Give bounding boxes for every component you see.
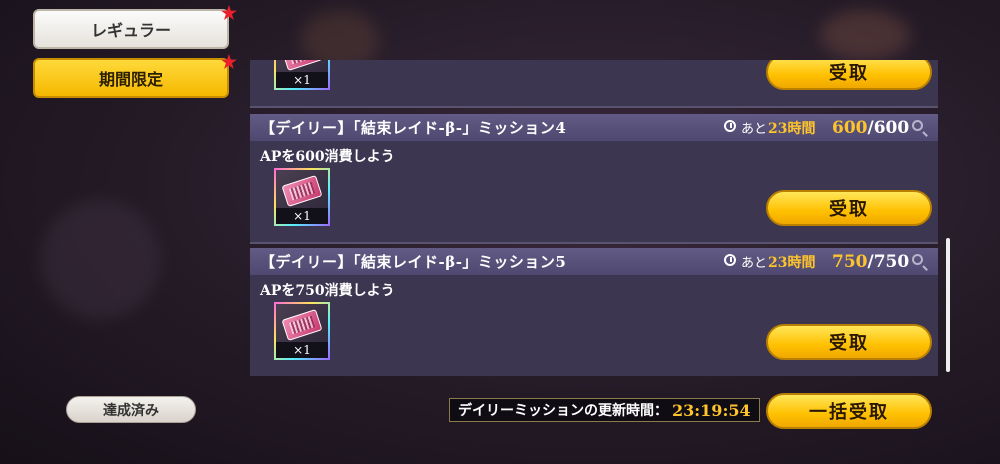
progress-current: 750 xyxy=(832,251,868,272)
refresh-timer: デイリーミッションの更新時間： 23:19:54 xyxy=(449,398,760,422)
timer-icon xyxy=(724,120,736,132)
completed-button[interactable]: 達成済み xyxy=(66,396,196,423)
progress-max: 600 xyxy=(873,117,910,138)
timer-prefix: あと xyxy=(741,256,768,271)
tab-limited[interactable]: 期間限定 ★ xyxy=(33,54,237,98)
ticket-icon xyxy=(281,308,323,342)
mission-card: 【デイリー】「結束レイド-β-」ミッション4 あと 23時間 600/600 A… xyxy=(250,114,938,244)
search-icon[interactable] xyxy=(912,120,923,131)
refresh-label: デイリーミッションの更新時間： xyxy=(458,403,668,419)
reward-quantity: ×1 xyxy=(276,208,328,224)
tab-limited-label: 期間限定 xyxy=(98,70,163,89)
progress-max: 750 xyxy=(873,251,910,272)
claim-all-button[interactable]: 一括受取 xyxy=(766,393,932,429)
claim-button[interactable]: 受取 xyxy=(766,324,932,360)
mission-header: 【デイリー】「結束レイド-β-」ミッション5 あと 23時間 750/750 xyxy=(250,248,938,275)
timer-value: 23時間 xyxy=(768,254,816,271)
ticket-icon xyxy=(281,60,323,72)
background-light xyxy=(40,200,160,320)
reward-quantity: ×1 xyxy=(276,72,328,88)
mission-header: 【デイリー】「結束レイド-β-」ミッション4 あと 23時間 600/600 xyxy=(250,114,938,141)
mission-card: ×1 受取 xyxy=(250,60,938,108)
reward-quantity: ×1 xyxy=(276,342,328,358)
reward-item[interactable]: ×1 xyxy=(274,60,330,90)
timer-value: 23時間 xyxy=(768,120,816,137)
progress-current: 600 xyxy=(832,117,868,138)
reward-item[interactable]: ×1 xyxy=(274,168,330,226)
tab-regular-label: レギュラー xyxy=(90,21,171,40)
tab-regular[interactable]: レギュラー ★ xyxy=(33,5,237,49)
mission-card: 【デイリー】「結束レイド-β-」ミッション5 あと 23時間 750/750 A… xyxy=(250,248,938,376)
mission-list[interactable]: ×1 受取 【デイリー】「結束レイド-β-」ミッション4 あと 23時間 600… xyxy=(250,60,938,376)
search-icon[interactable] xyxy=(912,254,923,265)
mission-title: 【デイリー】「結束レイド-β-」ミッション5 xyxy=(260,253,567,271)
timer-icon xyxy=(724,254,736,266)
ticket-icon xyxy=(281,174,323,208)
reward-item[interactable]: ×1 xyxy=(274,302,330,360)
mission-title: 【デイリー】「結束レイド-β-」ミッション4 xyxy=(260,119,567,137)
mission-description: APを600消費しよう xyxy=(260,149,395,165)
timer-prefix: あと xyxy=(741,122,768,137)
mission-description: APを750消費しよう xyxy=(260,283,395,299)
star-badge-icon: ★ xyxy=(220,3,237,24)
scrollbar[interactable] xyxy=(946,238,950,372)
background-light xyxy=(820,10,910,60)
claim-button[interactable]: 受取 xyxy=(766,60,932,90)
mission-progress: 750/750 xyxy=(832,252,909,272)
refresh-time: 23:19:54 xyxy=(672,400,751,420)
claim-button[interactable]: 受取 xyxy=(766,190,932,226)
mission-progress: 600/600 xyxy=(832,118,909,138)
star-badge-icon: ★ xyxy=(220,52,237,73)
